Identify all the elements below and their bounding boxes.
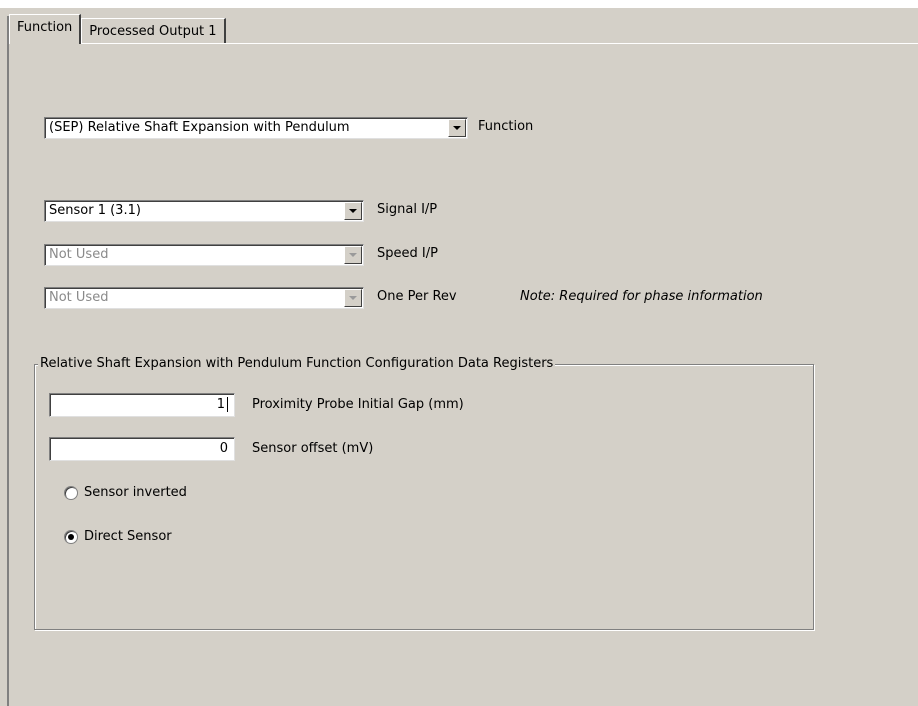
once-per-rev-label: One Per Rev xyxy=(377,289,457,304)
tab-function-label: Function xyxy=(17,20,73,35)
initial-gap-label: Proximity Probe Initial Gap (mm) xyxy=(252,397,464,412)
initial-gap-input[interactable]: 1 xyxy=(49,393,235,417)
configuration-window: Function Processed Output 1 (SEP) Relati… xyxy=(0,0,918,706)
function-select-value: (SEP) Relative Shaft Expansion with Pend… xyxy=(49,120,350,135)
sensor-inverted-radio[interactable] xyxy=(64,486,78,500)
signal-input-value: Sensor 1 (3.1) xyxy=(49,203,141,218)
direct-sensor-label[interactable]: Direct Sensor xyxy=(84,529,172,544)
initial-gap-value: 1 xyxy=(216,397,225,412)
chevron-down-icon xyxy=(349,209,357,213)
text-caret xyxy=(227,397,228,412)
tab-processed-output-label: Processed Output 1 xyxy=(89,24,217,39)
signal-input-select[interactable]: Sensor 1 (3.1) xyxy=(44,200,364,222)
chevron-down-icon xyxy=(453,126,461,130)
sensor-offset-label: Sensor offset (mV) xyxy=(252,441,374,456)
chevron-down-icon xyxy=(349,296,357,300)
signal-input-label: Signal I/P xyxy=(377,202,438,217)
speed-dropdown-button[interactable] xyxy=(344,246,362,264)
phase-note: Note: Required for phase information xyxy=(520,289,763,304)
function-dropdown-button[interactable] xyxy=(448,119,466,137)
function-select[interactable]: (SEP) Relative Shaft Expansion with Pend… xyxy=(44,117,468,139)
chevron-down-icon xyxy=(349,253,357,257)
sensor-inverted-label[interactable]: Sensor inverted xyxy=(84,485,187,500)
once-per-rev-select[interactable]: Not Used xyxy=(44,287,364,309)
top-edge xyxy=(0,0,918,8)
speed-input-value: Not Used xyxy=(49,247,109,262)
direct-sensor-radio[interactable] xyxy=(64,530,78,544)
config-group-title: Relative Shaft Expansion with Pendulum F… xyxy=(38,356,556,371)
signal-dropdown-button[interactable] xyxy=(344,202,362,220)
tab-processed-output-1[interactable]: Processed Output 1 xyxy=(81,18,226,44)
tab-function[interactable]: Function xyxy=(9,14,82,44)
once-per-rev-value: Not Used xyxy=(49,290,109,305)
once-per-rev-dropdown-button[interactable] xyxy=(344,289,362,307)
radio-selected-dot xyxy=(68,534,74,540)
speed-input-label: Speed I/P xyxy=(377,246,438,261)
function-label: Function xyxy=(478,119,534,134)
speed-input-select[interactable]: Not Used xyxy=(44,244,364,266)
sensor-offset-input[interactable]: 0 xyxy=(49,437,235,461)
sensor-offset-value: 0 xyxy=(219,441,228,456)
tab-strip: Function Processed Output 1 xyxy=(9,14,226,44)
